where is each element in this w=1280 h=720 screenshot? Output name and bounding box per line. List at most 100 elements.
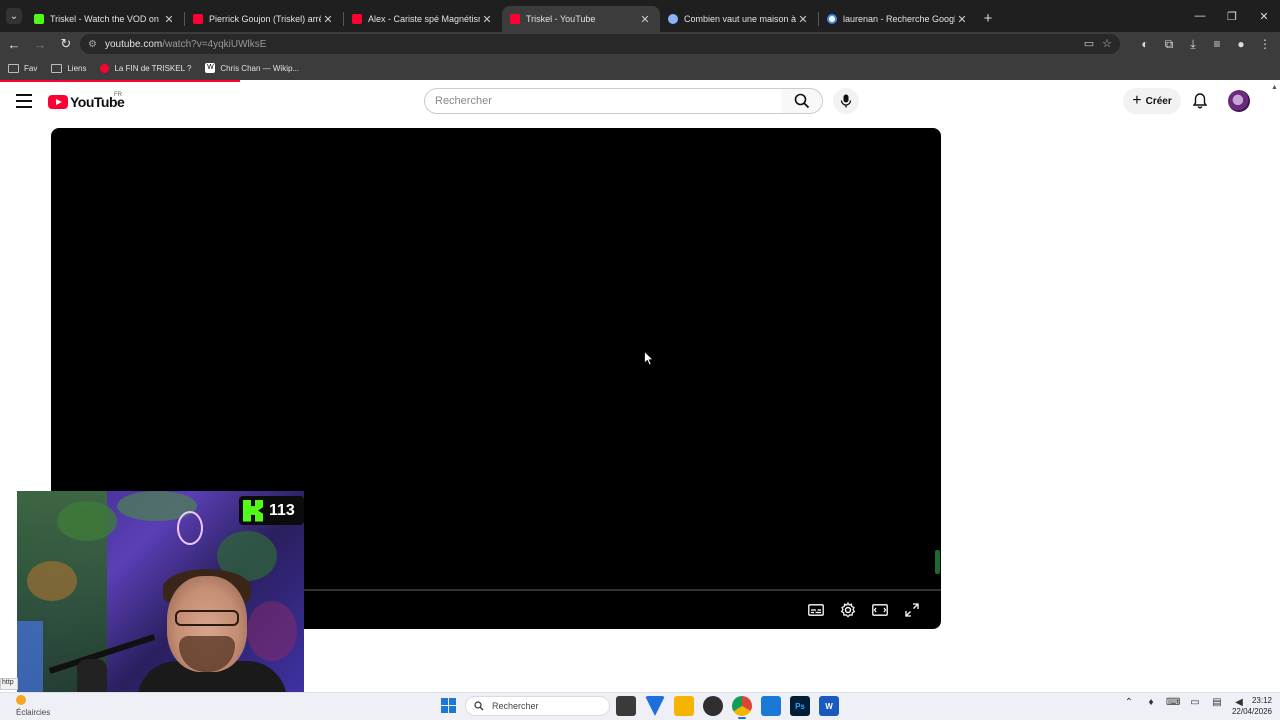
foliage (27, 561, 77, 601)
search-placeholder: Rechercher (435, 95, 492, 107)
tab-laurenan-google[interactable]: laurenan - Recherche Google ✕ (819, 6, 977, 32)
account-avatar[interactable] (1228, 90, 1250, 112)
menu-kebab-icon[interactable]: ⋮ (1256, 37, 1274, 51)
kick-logo-icon (243, 499, 263, 522)
tab-alex-cariste[interactable]: Alex - Cariste spé Magnétisme ✕ (344, 6, 502, 32)
tab-label: Alex - Cariste spé Magnétisme (368, 14, 480, 24)
close-tab-icon[interactable]: ✕ (638, 13, 652, 26)
bookmark-fin-triskel[interactable]: La FIN de TRISKEL ? (100, 63, 192, 73)
vpn-app-icon[interactable] (645, 696, 665, 716)
plus-icon: + (1132, 92, 1142, 109)
link-status-tooltip: http (0, 678, 18, 690)
install-app-icon[interactable]: ▭ (1084, 37, 1094, 50)
show-hidden-icons-icon[interactable]: ⌃ (1122, 697, 1136, 708)
url-path: /watch?v=4yqkiUWlksE (162, 38, 267, 50)
settings-gear-icon[interactable] (838, 600, 858, 620)
tab-pierrick-goujon[interactable]: Pierrick Goujon (Triskel) arrête l ✕ (185, 6, 343, 32)
back-icon[interactable]: ← (2, 32, 26, 56)
tab-label: Triskel - Watch the VOD on Kick (50, 14, 162, 24)
search-input[interactable]: Rechercher (424, 88, 782, 114)
address-bar[interactable]: ⚙ youtube.com/watch?v=4yqkiUWlksE ▭ ☆ (80, 34, 1120, 54)
close-tab-icon[interactable]: ✕ (480, 13, 494, 26)
tab-kick-vod[interactable]: Triskel - Watch the VOD on Kick ✕ (26, 6, 184, 32)
chrome-icon[interactable] (732, 696, 752, 719)
player-controls (806, 600, 922, 620)
video-edge-artifact (935, 550, 940, 574)
folder-icon (51, 63, 63, 73)
minimize-icon[interactable]: — (1184, 0, 1216, 32)
create-label: Créer (1145, 95, 1172, 107)
media-controls-icon[interactable]: ≡ (1208, 37, 1226, 51)
mouse-cursor-icon (644, 351, 654, 366)
url-domain: youtube.com (104, 38, 163, 50)
close-tab-icon[interactable]: ✕ (955, 13, 969, 26)
tab-search-button[interactable]: ⌄ (6, 8, 22, 24)
weather-sun-icon[interactable] (16, 695, 26, 705)
close-tab-icon[interactable]: ✕ (796, 13, 810, 26)
bookmark-liens[interactable]: Liens (51, 63, 87, 73)
photoshop-icon[interactable]: Ps (790, 696, 810, 716)
youtube-favicon-icon (352, 14, 362, 24)
downloads-icon[interactable]: ⤓ (1184, 37, 1202, 52)
search-button[interactable] (781, 88, 823, 114)
extension-icon[interactable]: ◐ (1136, 37, 1154, 51)
site-info-icon[interactable]: ⚙ (88, 39, 97, 50)
keyboard-icon[interactable]: ⌨ (1166, 697, 1180, 708)
bookmark-chris-chan[interactable]: W Chris Chan — Wikip... (205, 63, 299, 73)
restore-icon[interactable]: ❐ (1216, 0, 1248, 32)
obs-icon[interactable] (703, 696, 723, 716)
windows-start-icon[interactable] (441, 698, 456, 713)
bookmark-label: La FIN de TRISKEL ? (114, 63, 192, 73)
close-tab-icon[interactable]: ✕ (321, 13, 335, 26)
bell-icon (1193, 93, 1207, 109)
guide-menu-icon[interactable] (16, 94, 32, 108)
kick-app-icon[interactable] (761, 696, 781, 716)
word-icon[interactable]: W (819, 696, 839, 716)
fullscreen-icon[interactable] (902, 600, 922, 620)
bookmark-fav[interactable]: Fav (8, 63, 38, 73)
tab-combien-vaut[interactable]: Combien vaut une maison à La ✕ (660, 6, 818, 32)
profile-icon[interactable]: ● (1232, 37, 1250, 51)
bookmarks-bar: Fav Liens La FIN de TRISKEL ? W Chris Cha… (0, 56, 1280, 80)
youtube-favicon-icon (510, 14, 520, 24)
bookmark-label: Liens (67, 63, 87, 73)
new-tab-button[interactable]: + (977, 10, 999, 27)
create-button[interactable]: + Créer (1123, 88, 1181, 114)
scroll-up-icon[interactable]: ▲ (1271, 84, 1278, 91)
file-explorer-icon[interactable] (674, 696, 694, 716)
forward-icon[interactable]: → (28, 32, 52, 56)
tab-label: laurenan - Recherche Google (843, 14, 955, 24)
theater-mode-icon[interactable] (870, 600, 890, 620)
taskbar-search-placeholder: Rechercher (492, 701, 539, 711)
bookmark-star-icon[interactable]: ☆ (1102, 37, 1112, 50)
reload-icon[interactable]: ↻ (54, 32, 78, 56)
taskbar-apps: Ps W (616, 696, 839, 719)
close-window-icon[interactable]: ✕ (1248, 0, 1280, 32)
youtube-logo[interactable]: YouTube FR (48, 92, 125, 110)
close-tab-icon[interactable]: ✕ (162, 13, 176, 26)
bookmark-label: Chris Chan — Wikip... (220, 63, 300, 73)
foliage (247, 601, 297, 661)
extensions-puzzle-icon[interactable]: ⧉ (1160, 37, 1178, 52)
bookmark-label: Fav (24, 63, 38, 73)
notifications-button[interactable] (1190, 91, 1210, 111)
wikipedia-icon: W (205, 63, 216, 73)
voice-search-button[interactable] (833, 88, 859, 114)
subtitles-icon[interactable] (806, 600, 826, 620)
microphone-icon (840, 94, 852, 108)
task-view-icon[interactable] (616, 696, 636, 716)
display-icon[interactable]: ▭ (1188, 697, 1202, 708)
url-text: youtube.com/watch?v=4yqkiUWlksE (105, 39, 266, 50)
taskbar-search-input[interactable]: Rechercher (465, 696, 610, 716)
country-code: FR (114, 92, 122, 98)
tab-triskel-youtube[interactable]: Triskel - YouTube ✕ (502, 6, 660, 32)
microphone-tray-icon[interactable]: ♦ (1144, 697, 1158, 708)
tab-label: Pierrick Goujon (Triskel) arrête l (209, 14, 321, 24)
youtube-favicon-icon (193, 14, 203, 24)
kick-favicon-icon (34, 14, 44, 24)
weather-label[interactable]: Éclaircies (16, 708, 50, 717)
foliage (57, 501, 117, 541)
toolbar-actions: ◐ ⧉ ⤓ ≡ ● ⋮ (1136, 32, 1274, 56)
google-favicon-icon (827, 14, 837, 24)
taskbar-clock[interactable]: 23:12 22/04/2026 (1222, 695, 1272, 717)
